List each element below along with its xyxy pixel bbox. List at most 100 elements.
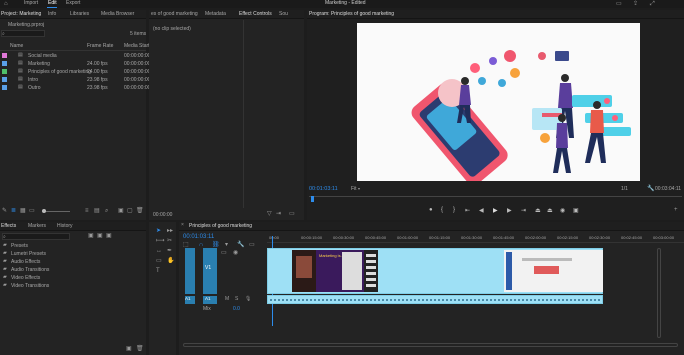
settings-icon[interactable]: 🔧	[237, 242, 244, 248]
yuv-effects-icon[interactable]: ▣	[106, 233, 112, 239]
hand-tool-icon[interactable]: ✋	[167, 258, 174, 264]
a1-source-patch[interactable]: A1	[185, 296, 195, 304]
effects-folder[interactable]: ▰ Audio Effects	[0, 258, 146, 266]
program-timecode[interactable]: 00:01:03:11	[309, 186, 338, 193]
mark-out-icon[interactable]: }	[453, 207, 455, 213]
effects-folder[interactable]: ▰ Audio Transitions	[0, 266, 146, 274]
workspace-icon[interactable]: ▭	[616, 1, 622, 7]
tab-source[interactable]: es of good marketing	[151, 12, 198, 17]
col-frame-rate[interactable]: Frame Rate	[87, 44, 113, 49]
v1-target[interactable]: V1	[203, 248, 217, 294]
32bit-effects-icon[interactable]: ▣	[97, 233, 103, 239]
extract-icon[interactable]: ⏏	[547, 207, 553, 214]
list-item[interactable]: ▤ Intro 23.98 fps 00:00:00:00	[0, 76, 150, 84]
ripple-edit-icon[interactable]: ⟼	[156, 238, 165, 244]
effects-search-input[interactable]: ⌕	[2, 233, 70, 240]
horizontal-scrollbar[interactable]	[183, 343, 678, 347]
comparison-view-icon[interactable]: ▣	[573, 207, 579, 214]
tab-markers[interactable]: Markers	[28, 224, 46, 229]
time-ruler[interactable]: 00:00 00:00:15:00 00:00:30:00 00:00:45:00 00…	[267, 233, 684, 243]
menu-icon[interactable]: ▭	[289, 211, 295, 217]
tab-effect-controls[interactable]: Effect Controls	[239, 12, 272, 17]
list-item[interactable]: ▤ Outro 23.98 fps 00:00:00:00	[0, 84, 150, 92]
pen-tool-icon[interactable]: ✒	[167, 248, 172, 254]
icon-view-icon[interactable]: ▦	[20, 208, 26, 214]
solo-icon[interactable]: S	[235, 297, 238, 302]
toggle-sync-lock-icon[interactable]: ▭	[221, 250, 227, 256]
go-to-in-icon[interactable]: ⇤	[465, 207, 470, 214]
trash-icon[interactable]: 🗑	[136, 346, 144, 352]
list-item[interactable]: ▤ Principles of good marketing 24.00 fps…	[0, 68, 150, 76]
col-media-start[interactable]: Media Start	[124, 44, 150, 49]
razor-tool-icon[interactable]: ✂	[167, 238, 172, 244]
program-scrubber[interactable]	[309, 196, 682, 202]
list-item[interactable]: ▤ Social media 00:00:00:00	[0, 52, 150, 60]
add-marker-icon[interactable]: ▾	[225, 242, 228, 248]
clip-thumbnail-3[interactable]	[364, 250, 378, 292]
project-search-input[interactable]: ⌕	[1, 30, 45, 37]
col-name[interactable]: Name	[10, 44, 23, 49]
mic-icon[interactable]: 🎙	[245, 297, 251, 302]
write-protect-icon[interactable]: ✎	[2, 208, 7, 214]
play-icon[interactable]: ▶	[493, 207, 498, 214]
export-frame-button[interactable]: ◉	[560, 207, 565, 214]
accelerated-effects-icon[interactable]: ▣	[88, 233, 94, 239]
effects-folder[interactable]: ▰ Lumetri Presets	[0, 250, 146, 258]
quick-export-icon[interactable]: ⇪	[633, 1, 638, 7]
tab-info[interactable]: Info	[48, 12, 56, 17]
find-icon[interactable]: ⌕	[105, 208, 108, 214]
tab-project[interactable]: Project: Marketing	[1, 12, 41, 17]
tab-metadata[interactable]: Metadata	[205, 12, 226, 17]
menu-import[interactable]: Import	[24, 1, 38, 6]
vertical-scrollbar[interactable]	[657, 248, 661, 338]
slip-tool-icon[interactable]: ↔	[156, 248, 162, 254]
timeline-timecode[interactable]: 00:01:03:11	[183, 234, 214, 240]
mute-icon[interactable]: M	[225, 297, 229, 302]
new-bin-icon[interactable]: ▣	[118, 208, 124, 214]
v1-source-patch[interactable]	[185, 248, 195, 294]
tab-effects[interactable]: Effects	[1, 224, 16, 229]
sort-icon[interactable]: ≡	[85, 208, 89, 214]
track-select-icon[interactable]: ▸▸	[167, 228, 173, 234]
home-icon[interactable]: ⌂	[4, 1, 8, 7]
selection-tool-icon[interactable]: ➤	[156, 228, 161, 234]
timeline-title[interactable]: Principles of good marketing	[189, 224, 252, 229]
close-icon[interactable]: ×	[181, 223, 184, 228]
video-frame[interactable]	[357, 23, 640, 181]
tab-media-browser[interactable]: Media Browser	[101, 12, 134, 17]
export-frame-icon[interactable]: ⇥	[276, 211, 281, 217]
clip-thumbnail-1[interactable]	[292, 250, 316, 292]
mark-in-icon[interactable]: {	[441, 207, 443, 213]
new-bin-icon[interactable]: ▣	[126, 346, 132, 352]
lift-icon[interactable]: ⏏	[535, 207, 541, 214]
wrench-icon[interactable]: 🔧	[647, 186, 654, 192]
menu-edit[interactable]: Edit	[48, 1, 57, 6]
rectangle-tool-icon[interactable]: ▭	[156, 258, 162, 264]
step-back-icon[interactable]: ◀	[479, 207, 484, 214]
mix-value[interactable]: 0.0	[233, 307, 240, 312]
list-item[interactable]: ▤ Marketing 24.00 fps 00:00:00:00	[0, 60, 150, 68]
type-tool-icon[interactable]: T	[156, 268, 160, 274]
effects-folder[interactable]: ▰ Presets	[0, 242, 146, 250]
new-item-icon[interactable]: ▢	[127, 208, 133, 214]
clip-thumbnail-4[interactable]	[504, 250, 603, 292]
freeform-view-icon[interactable]: ▭	[29, 208, 35, 214]
audio-clip-track[interactable]	[267, 295, 603, 304]
clip-thumbnail-2[interactable]: Marketing is...	[316, 250, 364, 292]
tab-libraries[interactable]: Libraries	[70, 12, 89, 17]
captions-icon[interactable]: ▭	[249, 242, 255, 248]
a1-target[interactable]: A1	[203, 296, 217, 304]
add-marker-icon[interactable]: ●	[429, 207, 433, 213]
zoom-slider[interactable]	[42, 209, 70, 213]
fullscreen-icon[interactable]: ⤢	[650, 1, 655, 7]
go-to-out-icon[interactable]: ⇥	[521, 207, 526, 214]
tab-source-monitor[interactable]: Sou	[279, 12, 288, 17]
tab-history[interactable]: History	[57, 224, 73, 229]
fit-dropdown[interactable]: Fit ▾	[351, 186, 373, 193]
trash-icon[interactable]: 🗑	[136, 208, 144, 214]
eye-icon[interactable]: ◉	[233, 250, 238, 256]
automate-icon[interactable]: ▤	[94, 208, 100, 214]
effects-folder[interactable]: ▰ Video Effects	[0, 274, 146, 282]
step-forward-icon[interactable]: ▶	[507, 207, 512, 214]
filter-icon[interactable]: ▽	[267, 211, 272, 217]
